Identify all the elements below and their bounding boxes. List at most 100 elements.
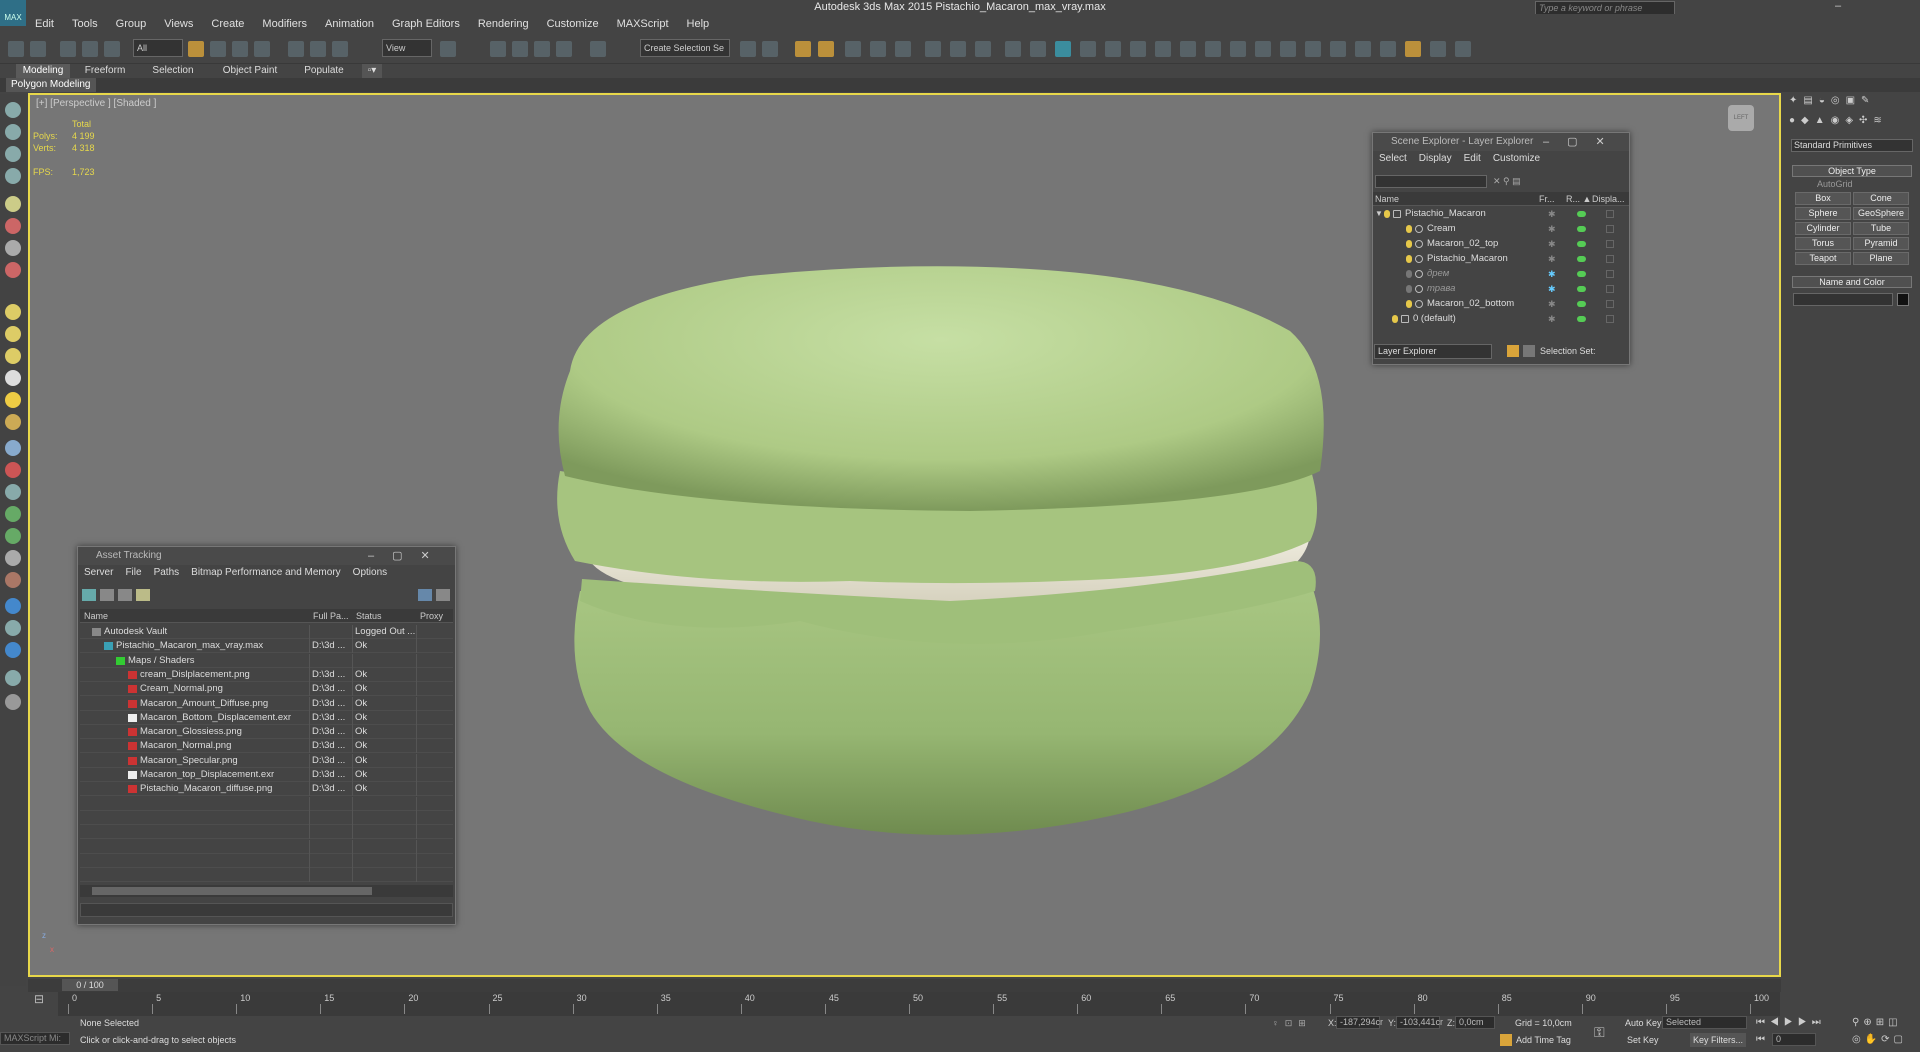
list-view-icon[interactable] [100, 589, 114, 601]
at-menu-server[interactable]: Server [78, 565, 119, 581]
display-icon[interactable] [1606, 210, 1614, 218]
strip-cylinder-icon[interactable] [5, 348, 21, 364]
tab-selection[interactable]: Selection [144, 64, 202, 78]
tube-button[interactable]: Tube [1853, 222, 1909, 235]
strip-box-icon[interactable] [5, 304, 21, 320]
search-options-icon[interactable]: ✕ ⚲ ▤ [1493, 176, 1533, 188]
teapot-button[interactable]: Teapot [1795, 252, 1851, 265]
menu-rendering[interactable]: Rendering [469, 14, 538, 34]
render-icon[interactable] [1577, 301, 1586, 307]
at-menu-bitmap[interactable]: Bitmap Performance and Memory [185, 565, 347, 581]
col-status[interactable]: Status [356, 609, 382, 623]
ribbon-toggle-icon[interactable] [845, 41, 861, 57]
vray-proxy-icon[interactable] [1355, 41, 1371, 57]
vray-dome-icon[interactable] [1105, 41, 1121, 57]
bulb-icon[interactable] [1384, 210, 1390, 218]
expand-arrow-icon[interactable]: ▼ [1375, 207, 1383, 221]
vray-frame-buffer-icon[interactable] [1230, 41, 1246, 57]
render-icon[interactable] [1577, 256, 1586, 262]
menu-graph-editors[interactable]: Graph Editors [383, 14, 469, 34]
at-menu-file[interactable]: File [119, 565, 147, 581]
bulb-icon[interactable] [1406, 240, 1412, 248]
col-full-path[interactable]: Full Pa... [313, 609, 349, 623]
se-menu-display[interactable]: Display [1413, 151, 1458, 167]
freeze-icon[interactable]: ✱ [1548, 222, 1556, 236]
vray-render-icon[interactable] [1255, 41, 1271, 57]
reference-coord-dropdown[interactable]: View [382, 39, 432, 57]
object-name-input[interactable] [1793, 293, 1893, 306]
strip-tool-4-icon[interactable] [5, 168, 21, 184]
tab-populate[interactable]: Populate [296, 64, 352, 78]
vray-lightmix-icon[interactable] [1330, 41, 1346, 57]
render-icon[interactable] [1577, 271, 1586, 277]
key-mode-icon[interactable]: ⏮ [1756, 1034, 1765, 1045]
maxscript-listener-input[interactable]: MAXScript Mi: [0, 1032, 70, 1045]
asset-row[interactable]: Macaron_Specular.png D:\3d ... Ok [80, 753, 453, 768]
asset-row[interactable]: Macaron_Glossiess.png D:\3d ... Ok [80, 725, 453, 740]
primitives-dropdown[interactable]: Standard Primitives [1791, 139, 1913, 152]
strip-utility-icon[interactable] [5, 670, 21, 686]
vray-sun-icon[interactable] [1080, 41, 1096, 57]
layer-explorer-toggle-icon[interactable] [818, 41, 834, 57]
scene-explorer-window-controls[interactable]: –▢✕ [1543, 133, 1623, 151]
scene-explorer-row[interactable]: Macaron_02_top ✱ [1373, 237, 1629, 251]
asset-row[interactable]: cream_Dislplacement.png D:\3d ... Ok [80, 667, 453, 682]
freeze-icon[interactable]: ✱ [1548, 312, 1556, 326]
key-icon[interactable]: ⚿ [1594, 1024, 1605, 1041]
named-selection-dropdown[interactable]: Create Selection Se [640, 39, 730, 57]
strip-tool-2-icon[interactable] [5, 124, 21, 140]
col-frozen[interactable]: Fr... [1539, 192, 1555, 206]
menu-create[interactable]: Create [202, 14, 253, 34]
freeze-icon[interactable]: ✱ [1548, 297, 1556, 311]
strip-character-icon[interactable] [5, 572, 21, 588]
rotate-icon[interactable] [310, 41, 326, 57]
create-category-icon[interactable]: ●◆▲◉◈✣≋ [1789, 115, 1917, 129]
thumbnail-view-icon[interactable] [118, 589, 132, 601]
at-menu-paths[interactable]: Paths [148, 565, 186, 581]
help-icon[interactable] [1455, 41, 1471, 57]
scrollbar-thumb[interactable] [92, 887, 372, 895]
render-frame-icon[interactable] [975, 41, 991, 57]
playback-controls-icon[interactable]: ⏮◀▶▶⏭ [1756, 1017, 1826, 1028]
cone-button[interactable]: Cone [1853, 192, 1909, 205]
angle-snap-icon[interactable] [512, 41, 528, 57]
polygon-modeling-label[interactable]: Polygon Modeling [6, 78, 96, 92]
box-button[interactable]: Box [1795, 192, 1851, 205]
percent-snap-icon[interactable] [534, 41, 550, 57]
menu-customize[interactable]: Customize [538, 14, 608, 34]
lock-icon[interactable] [1430, 41, 1446, 57]
strip-particles-icon[interactable] [5, 462, 21, 478]
asset-row[interactable]: Macaron_Bottom_Displacement.exr D:\3d ...… [80, 710, 453, 725]
object-color-swatch[interactable] [1897, 293, 1909, 306]
strip-tree-icon[interactable] [5, 506, 21, 522]
hierarchy-mode-icon[interactable] [1523, 345, 1535, 357]
schematic-view-icon[interactable] [895, 41, 911, 57]
scene-explorer-row[interactable]: 0 (default) ✱ [1373, 312, 1629, 326]
strip-render-icon[interactable] [5, 218, 21, 234]
freeze-icon[interactable]: ✱ [1548, 282, 1556, 296]
freeze-icon[interactable]: ✱ [1548, 267, 1556, 281]
refresh-icon[interactable] [82, 589, 96, 601]
key-selection-dropdown[interactable]: Selected [1662, 1016, 1747, 1029]
strip-display-icon[interactable] [5, 642, 21, 658]
menu-animation[interactable]: Animation [316, 14, 383, 34]
strip-cone-icon[interactable] [5, 370, 21, 386]
scene-explorer-titlebar[interactable]: Scene Explorer - Layer Explorer –▢✕ [1373, 133, 1629, 151]
align-icon[interactable] [762, 41, 778, 57]
viewport-nav-icons[interactable]: ⚲⊕⊞◫ [1852, 1017, 1902, 1028]
name-color-rollout[interactable]: Name and Color [1792, 276, 1912, 288]
scene-explorer-row[interactable]: Pistachio_Macaron ✱ [1373, 252, 1629, 266]
y-coord-field[interactable]: -103,441cr [1396, 1016, 1443, 1029]
path-field[interactable] [80, 903, 453, 917]
tab-object-paint[interactable]: Object Paint [218, 64, 282, 78]
vray-denoise-icon[interactable] [1305, 41, 1321, 57]
track-bar-icon[interactable]: ⊟ [34, 992, 54, 1012]
asset-tracking-window-controls[interactable]: –▢✕ [368, 547, 448, 565]
display-icon[interactable] [1606, 285, 1614, 293]
table-view-icon[interactable] [136, 589, 150, 601]
render-icon[interactable] [1577, 226, 1586, 232]
col-render[interactable]: R... ▲ [1566, 192, 1591, 206]
scene-explorer-row[interactable]: трава ✱ [1373, 282, 1629, 296]
bulb-off-icon[interactable] [1406, 270, 1412, 278]
scene-explorer-row[interactable]: Cream ✱ [1373, 222, 1629, 236]
